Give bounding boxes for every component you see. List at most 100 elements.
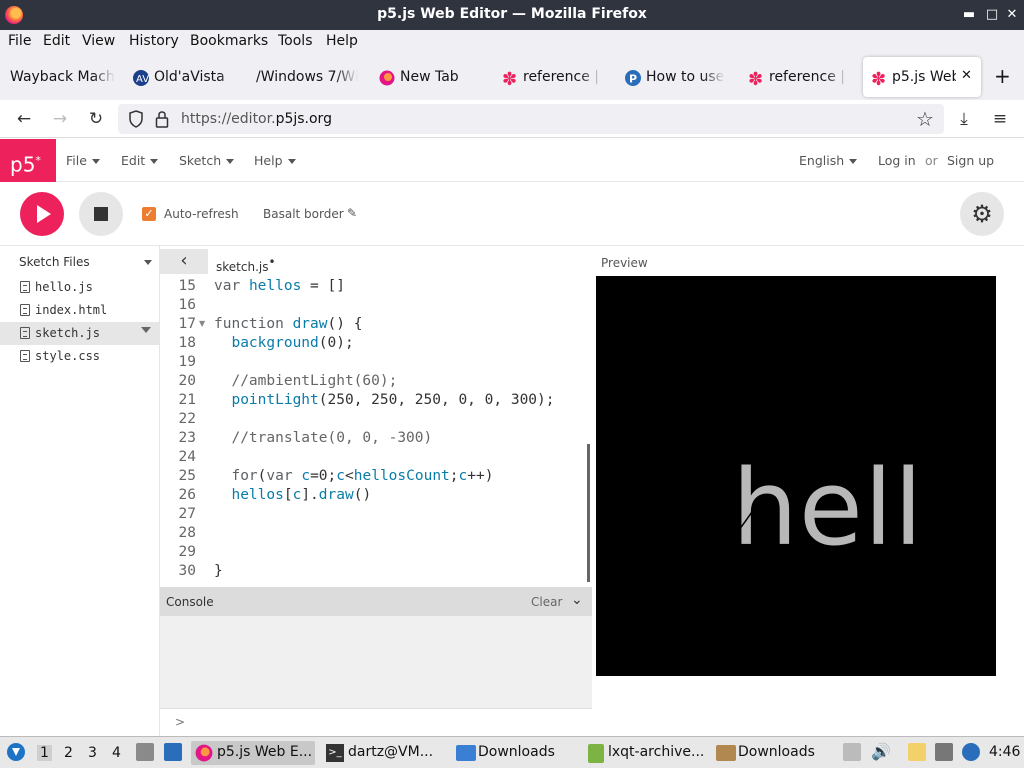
url-bar[interactable]: https://editor.p5js.org	[118, 104, 944, 134]
sidebar-menu-caret-icon[interactable]	[144, 260, 152, 265]
shield-icon[interactable]	[128, 110, 144, 128]
screen: p5.js Web Editor — Mozilla Firefox ▬ □ ✕…	[0, 0, 1024, 768]
p5-menu-sketch[interactable]: Sketch	[179, 153, 235, 168]
tab-reference-1[interactable]: ✽ reference | p5.js	[502, 57, 602, 97]
code-line[interactable]: for(var c=0;c<hellosCount;c++)	[214, 467, 493, 486]
menu-file[interactable]: File	[8, 33, 31, 49]
collapse-sidebar-chevron-icon[interactable]: ‹	[160, 249, 208, 274]
tab-wayback[interactable]: Wayback Machine	[10, 57, 115, 97]
file-options-caret-icon[interactable]	[141, 327, 151, 333]
minimize-button[interactable]: ▬	[959, 5, 979, 25]
file-manager-icon[interactable]	[136, 743, 154, 761]
network-icon[interactable]	[935, 743, 953, 761]
menu-history[interactable]: History	[129, 33, 179, 49]
update-notifier-icon[interactable]	[962, 743, 980, 761]
folder-icon	[716, 745, 736, 761]
taskbar-item-terminal[interactable]: >_ dartz@VM...	[322, 741, 444, 765]
menu-edit[interactable]: Edit	[43, 33, 70, 49]
preview-canvas[interactable]: hell	[596, 276, 996, 676]
tab-reference-2[interactable]: ✽ reference | p5.js	[748, 57, 848, 97]
chevron-down-icon[interactable]: ⌄	[571, 592, 583, 608]
language-select[interactable]: English	[799, 153, 858, 168]
workspace-4[interactable]: 4	[112, 745, 121, 761]
tab-p5-editor[interactable]: ✽ p5.js Web Editor ✕	[863, 57, 981, 97]
caret-down-icon	[150, 159, 159, 164]
forward-arrow-icon[interactable]: →	[49, 108, 71, 130]
code-line[interactable]: //translate(0, 0, -300)	[214, 429, 432, 448]
file-item-hello-js[interactable]: hello.js	[0, 276, 159, 299]
code-editor[interactable]: var hellos = [] function draw() { backgro…	[208, 277, 588, 585]
file-icon	[20, 304, 30, 316]
close-window-button[interactable]: ✕	[1002, 5, 1022, 25]
editor-filename[interactable]: sketch.js•	[216, 255, 276, 274]
p5-nav: p5* File Edit Sketch Help English Log in…	[0, 139, 1024, 182]
p5-menu-help[interactable]: Help	[254, 153, 296, 168]
sketch-toolbar: ✓ Auto-refresh Basalt border ✎ ⚙	[0, 182, 1024, 246]
file-icon	[20, 327, 30, 339]
new-tab-button[interactable]: +	[994, 57, 1016, 97]
tab-oldavista[interactable]: AV Old'aVista	[133, 57, 241, 97]
play-button[interactable]	[20, 192, 64, 236]
clipboard-icon[interactable]	[908, 743, 926, 761]
tab-windows7[interactable]: /Windows 7/Wi	[256, 57, 358, 97]
settings-gear-icon[interactable]: ⚙	[960, 192, 1004, 236]
p5-menu-edit[interactable]: Edit	[121, 153, 159, 168]
maximize-button[interactable]: □	[982, 5, 1002, 25]
code-line[interactable]: //ambientLight(60);	[214, 372, 397, 391]
or-text: or	[925, 153, 938, 168]
taskbar-item-downloads-2[interactable]: Downloads	[714, 741, 836, 765]
workspace-3[interactable]: 3	[88, 745, 97, 761]
taskbar-item-firefox[interactable]: p5.js Web E...	[191, 741, 315, 765]
show-desktop-icon[interactable]	[164, 743, 182, 761]
file-item-sketch-js[interactable]: sketch.js	[0, 322, 159, 345]
taskbar-item-downloads[interactable]: Downloads	[452, 741, 576, 765]
p5-menu-file[interactable]: File	[66, 153, 100, 168]
p5-star-icon: ✽	[502, 70, 517, 86]
workspace-2[interactable]: 2	[64, 745, 73, 761]
code-line[interactable]: background(0);	[214, 334, 353, 353]
p5-logo[interactable]: p5*	[0, 139, 56, 182]
menu-help[interactable]: Help	[326, 33, 358, 49]
line-number: 15	[178, 278, 196, 294]
tab-how-to-use[interactable]: P How to use	[625, 57, 725, 97]
tab-new-tab[interactable]: New Tab	[379, 57, 479, 97]
bookmark-star-icon[interactable]: ☆	[914, 108, 936, 130]
close-tab-icon[interactable]: ✕	[961, 68, 972, 83]
fold-marker-icon[interactable]: ▼	[199, 319, 205, 328]
pencil-icon[interactable]: ✎	[347, 206, 357, 220]
code-line[interactable]: var hellos = []	[214, 277, 345, 296]
code-line[interactable]: hellos[c].draw()	[214, 486, 371, 505]
file-item-index-html[interactable]: index.html	[0, 299, 159, 322]
code-line[interactable]: function draw() {	[214, 315, 362, 334]
stop-button[interactable]	[79, 192, 123, 236]
console-clear-button[interactable]: Clear	[531, 595, 562, 609]
menu-view[interactable]: View	[82, 33, 115, 49]
volume-icon[interactable]: 🔊	[871, 742, 891, 761]
line-number: 29	[178, 544, 196, 560]
firefox-icon	[195, 744, 213, 762]
console-header: Console Clear ⌄	[160, 587, 592, 616]
auto-refresh-checkbox[interactable]: ✓	[142, 207, 156, 221]
lock-icon[interactable]	[155, 110, 169, 128]
console-input[interactable]: >	[160, 708, 592, 736]
workspace-1[interactable]: 1	[37, 745, 52, 761]
signup-link[interactable]: Sign up	[947, 153, 994, 168]
tray-package-icon[interactable]	[843, 743, 861, 761]
taskbar-item-lxqt-archiver[interactable]: lxqt-archive...	[584, 741, 708, 765]
editor-scrollbar[interactable]	[587, 444, 590, 582]
url-text[interactable]: https://editor.p5js.org	[181, 111, 332, 127]
code-line[interactable]: pointLight(250, 250, 250, 0, 0, 300);	[214, 391, 554, 410]
login-link[interactable]: Log in	[878, 153, 916, 168]
hamburger-menu-icon[interactable]: ≡	[989, 108, 1011, 130]
line-number: 25	[178, 468, 196, 484]
reload-icon[interactable]: ↻	[85, 108, 107, 130]
start-menu-icon[interactable]	[6, 742, 26, 762]
back-arrow-icon[interactable]: ←	[13, 108, 35, 130]
menu-tools[interactable]: Tools	[278, 33, 313, 49]
code-line[interactable]: }	[214, 562, 223, 581]
menu-bookmarks[interactable]: Bookmarks	[190, 33, 268, 49]
sketch-name[interactable]: Basalt border	[263, 207, 344, 221]
downloads-icon[interactable]: ⤓	[953, 108, 975, 130]
svg-text:P: P	[629, 73, 637, 86]
file-item-style-css[interactable]: style.css	[0, 345, 159, 368]
